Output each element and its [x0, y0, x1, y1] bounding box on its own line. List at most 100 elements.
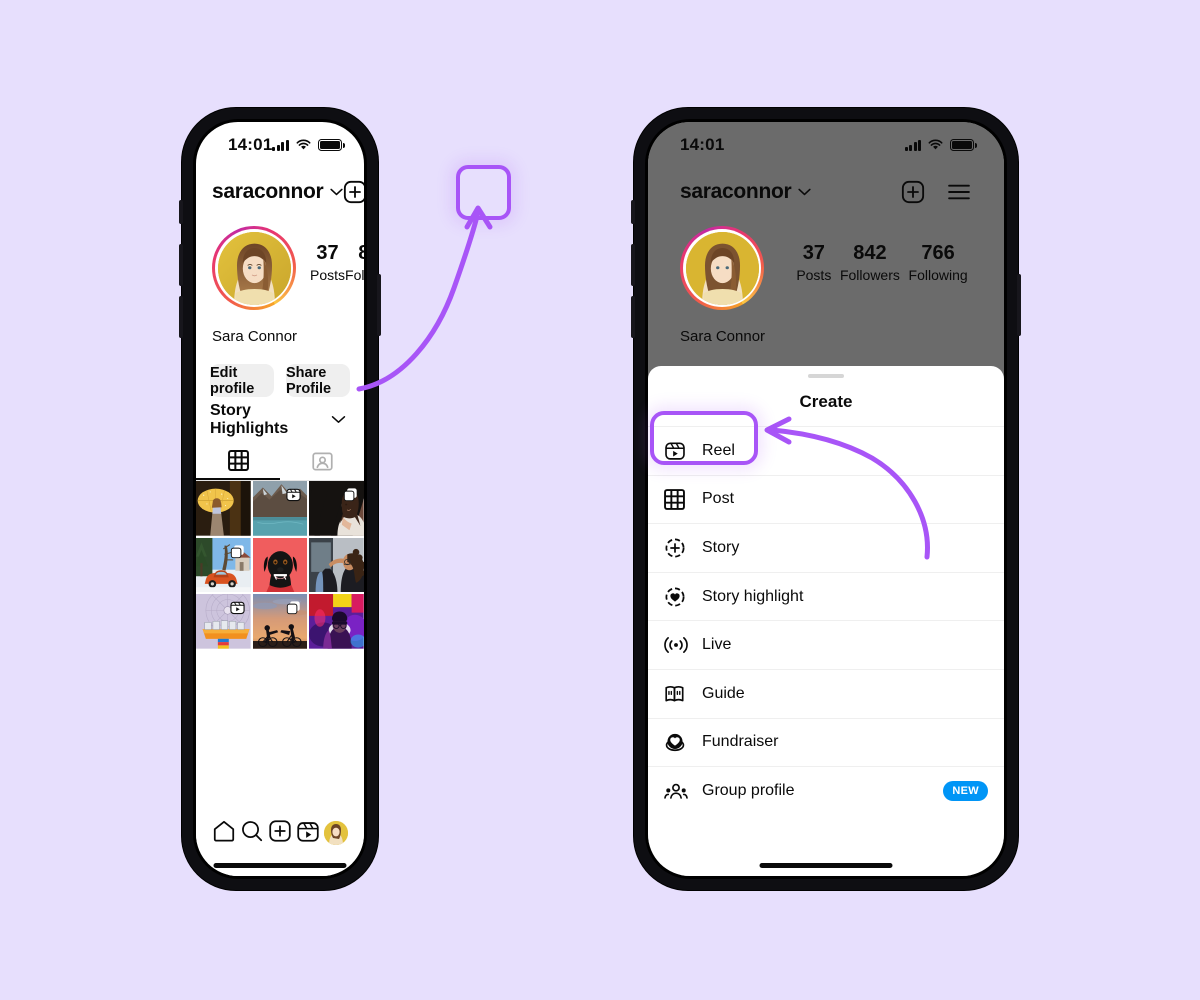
silent-switch[interactable]	[179, 200, 183, 224]
grid-item-0[interactable]	[196, 481, 251, 536]
chevron-down-icon[interactable]	[798, 183, 812, 201]
status-time: 14:01	[228, 135, 273, 154]
hamburger-menu-icon[interactable]	[944, 177, 974, 207]
profile-stats-row: 37 Posts 842 Followers 766 Following	[648, 218, 1004, 316]
status-icons	[272, 139, 345, 151]
grid-item-3[interactable]	[196, 537, 251, 593]
highlight-create-button	[456, 165, 511, 220]
volume-down-button[interactable]	[631, 296, 635, 338]
power-button[interactable]	[1017, 274, 1021, 336]
create-option-live[interactable]: Live	[648, 620, 1004, 669]
avatar[interactable]	[680, 226, 764, 310]
phone-left-screen: 14:01 saraconnor 37 Posts 8 Fol Sara Con…	[196, 122, 364, 876]
create-button[interactable]	[898, 177, 928, 207]
stat-following[interactable]: 766 Following	[909, 242, 968, 283]
stat-label: Following	[908, 267, 968, 283]
sheet-drag-handle[interactable]	[808, 374, 844, 378]
create-sheet: Create Reel Post Story Story highlight L…	[648, 366, 1004, 876]
profile-avatar-icon[interactable]	[324, 821, 348, 845]
create-option-label: Live	[702, 636, 732, 654]
grid-tab[interactable]	[196, 442, 280, 480]
create-option-group-profile[interactable]: Group profile NEW	[648, 766, 1004, 815]
stat-followers[interactable]: 842 Followers	[345, 242, 364, 283]
guide-book-icon	[664, 683, 690, 705]
create-option-post[interactable]: Post	[648, 474, 1004, 524]
phone-right-screen: 14:01 saraconnor 37 Posts 842 Followers …	[648, 122, 1004, 876]
story-heart-icon	[664, 586, 690, 608]
phone-right-main: 14:01 saraconnor 37 Posts 842 Followers …	[631, 108, 1021, 890]
username-label[interactable]: saraconnor	[212, 180, 324, 204]
battery-icon	[950, 139, 977, 151]
volume-up-button[interactable]	[631, 244, 635, 286]
power-button[interactable]	[377, 274, 381, 336]
story-plus-icon	[664, 537, 690, 559]
annotation-layer	[356, 205, 930, 560]
profile-stats-row: 37 Posts 842 Followers 766 Following	[196, 218, 364, 316]
grid-item-8[interactable]	[309, 594, 364, 650]
create-options-list: Reel Post Story Story highlight Live Gui…	[648, 426, 1004, 815]
reels-icon[interactable]	[296, 819, 320, 848]
stat-value: 37	[316, 242, 339, 264]
stat-posts[interactable]: 37 Posts	[310, 242, 345, 283]
create-option-label: Fundraiser	[702, 733, 779, 751]
story-highlights-label: Story Highlights	[210, 402, 289, 437]
create-option-label: Story	[702, 538, 740, 556]
plus-square-icon[interactable]	[268, 819, 292, 848]
status-icons	[904, 139, 977, 151]
status-bar-left: 14:01	[196, 122, 364, 168]
grid-item-4[interactable]	[252, 537, 308, 593]
status-time: 14:01	[680, 135, 725, 154]
create-option-fundraiser[interactable]: Fundraiser	[648, 717, 1004, 767]
home-icon[interactable]	[212, 819, 236, 848]
chevron-down-icon[interactable]	[330, 183, 344, 201]
silent-switch[interactable]	[631, 200, 635, 224]
arrow-head-up	[464, 205, 493, 230]
search-icon[interactable]	[240, 819, 264, 848]
cellular-signal-icon	[904, 139, 921, 151]
new-badge: NEW	[943, 780, 988, 801]
volume-down-button[interactable]	[179, 296, 183, 338]
avatar-image	[217, 231, 291, 305]
screenshot-stage: 14:01 saraconnor 37 Posts 8 Fol Sara Con…	[0, 0, 1200, 1000]
phone-left-main: 14:01 saraconnor 37 Posts 8 Fol Sara Con…	[179, 108, 381, 890]
edit-profile-button[interactable]: Edit profile	[210, 364, 274, 397]
story-highlights-row[interactable]: Story Highlights	[210, 402, 346, 437]
carousel-icon	[287, 601, 301, 615]
create-button[interactable]	[343, 177, 364, 207]
fundraiser-heart-icon	[664, 731, 690, 753]
chevron-down-icon[interactable]	[331, 411, 346, 429]
carousel-icon	[230, 544, 244, 558]
stat-value: 37	[802, 242, 825, 264]
reel-icon	[286, 488, 301, 502]
create-option-story[interactable]: Story	[648, 523, 1004, 572]
create-option-label: Group profile	[702, 781, 795, 799]
tagged-tab[interactable]	[280, 442, 364, 480]
create-option-guide[interactable]: Guide	[648, 668, 1004, 718]
profile-header-left: saraconnor	[196, 168, 364, 216]
battery-icon	[317, 139, 345, 151]
grid-item-6[interactable]	[196, 594, 251, 650]
grid-item-5[interactable]	[309, 537, 364, 593]
create-option-label: Post	[702, 490, 735, 508]
stat-label: Followers	[839, 267, 900, 283]
stat-label: Posts	[796, 267, 832, 283]
reel-icon	[664, 440, 690, 462]
create-option-story-highlight[interactable]: Story highlight	[648, 571, 1004, 621]
username-label[interactable]: saraconnor	[680, 180, 792, 204]
create-option-reel[interactable]: Reel	[648, 426, 1004, 475]
grid-item-2[interactable]	[309, 481, 364, 536]
grid-item-1[interactable]	[252, 481, 308, 536]
share-profile-button[interactable]: Share Profile	[286, 364, 350, 397]
avatar-image	[685, 231, 759, 305]
volume-up-button[interactable]	[179, 244, 183, 286]
stat-posts[interactable]: 37 Posts	[796, 242, 831, 283]
grid-item-7[interactable]	[252, 594, 308, 650]
grid-icon	[227, 449, 249, 471]
stat-followers[interactable]: 842 Followers	[840, 242, 900, 283]
avatar[interactable]	[212, 226, 296, 310]
create-option-label: Guide	[702, 684, 745, 702]
group-people-icon	[664, 780, 690, 802]
reel-icon	[230, 602, 245, 615]
profile-action-buttons: Edit profile Share Profile	[210, 364, 350, 397]
phone-right-bezel: 14:01 saraconnor 37 Posts 842 Followers …	[645, 119, 1007, 879]
